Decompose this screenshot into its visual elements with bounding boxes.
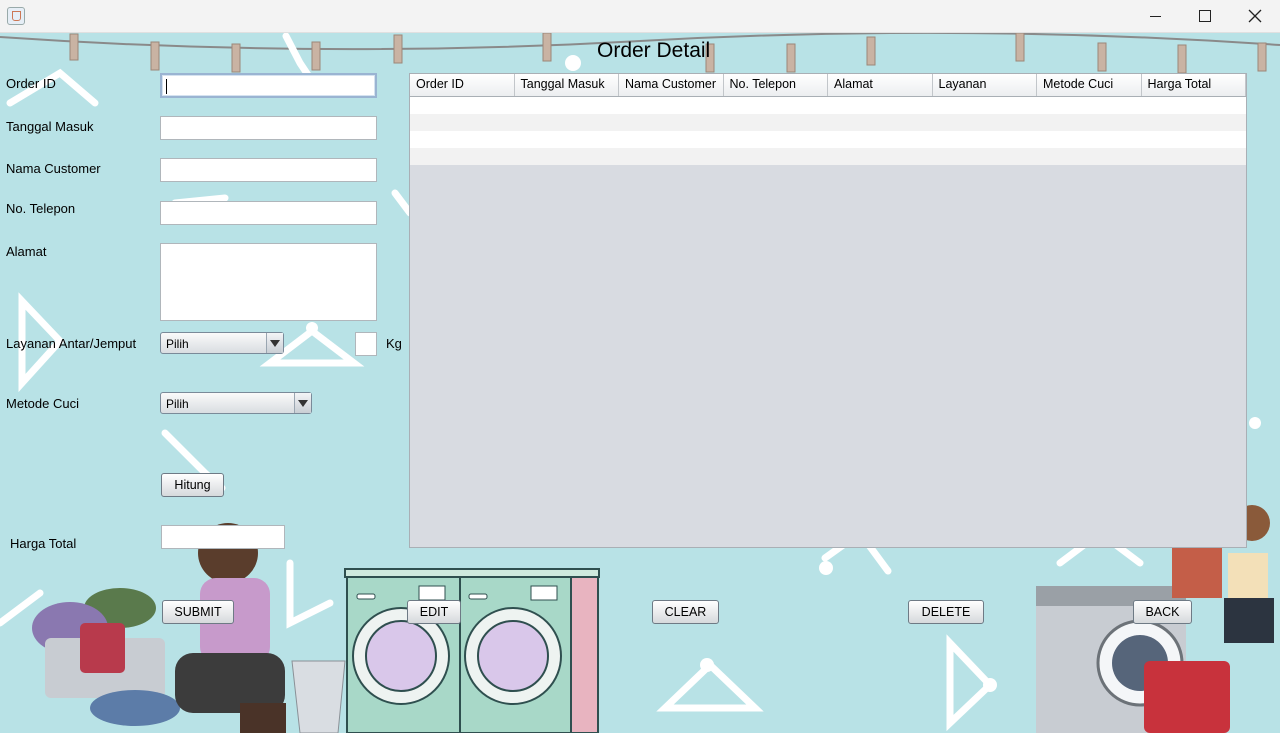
kg-label: Kg <box>386 336 402 351</box>
window-titlebar <box>0 0 1280 33</box>
back-button[interactable]: BACK <box>1133 600 1192 624</box>
hitung-button[interactable]: Hitung <box>161 473 224 497</box>
close-button[interactable] <box>1232 0 1278 32</box>
tanggal-masuk-label: Tanggal Masuk <box>6 119 94 134</box>
java-app-icon <box>7 7 25 25</box>
column-header-nama-customer[interactable]: Nama Customer <box>619 74 724 96</box>
clear-button[interactable]: CLEAR <box>652 600 719 624</box>
table-row[interactable] <box>410 131 1246 148</box>
column-header-harga-total[interactable]: Harga Total <box>1142 74 1246 96</box>
chevron-down-icon <box>266 333 283 353</box>
tanggal-masuk-field[interactable] <box>160 116 377 140</box>
harga-total-field[interactable] <box>161 525 285 549</box>
order-id-label: Order ID <box>6 76 56 91</box>
order-table[interactable]: Order ID Tanggal Masuk Nama Customer No.… <box>409 73 1247 548</box>
metode-cuci-label: Metode Cuci <box>6 396 79 411</box>
chevron-down-icon <box>294 393 311 413</box>
edit-button[interactable]: EDIT <box>407 600 461 624</box>
column-header-metode-cuci[interactable]: Metode Cuci <box>1037 74 1142 96</box>
submit-button[interactable]: SUBMIT <box>162 600 234 624</box>
layanan-selected: Pilih <box>166 337 189 351</box>
column-header-tanggal-masuk[interactable]: Tanggal Masuk <box>515 74 619 96</box>
no-telepon-field[interactable] <box>160 201 377 225</box>
order-id-field[interactable] <box>160 73 377 98</box>
harga-total-label: Harga Total <box>10 536 77 551</box>
no-telepon-label: No. Telepon <box>6 201 76 216</box>
table-header: Order ID Tanggal Masuk Nama Customer No.… <box>410 74 1246 97</box>
alamat-label: Alamat <box>6 244 47 259</box>
column-header-layanan[interactable]: Layanan <box>933 74 1037 96</box>
minimize-button[interactable] <box>1132 0 1178 32</box>
metode-cuci-selected: Pilih <box>166 397 189 411</box>
page-title: Order Detail <box>597 39 711 62</box>
text-caret <box>166 79 167 94</box>
table-row[interactable] <box>410 148 1246 165</box>
layanan-combo[interactable]: Pilih <box>160 332 284 354</box>
alamat-textarea[interactable] <box>160 243 377 321</box>
delete-button[interactable]: DELETE <box>908 600 984 624</box>
table-row[interactable] <box>410 114 1246 131</box>
nama-customer-field[interactable] <box>160 158 377 182</box>
column-header-order-id[interactable]: Order ID <box>410 74 515 96</box>
kg-field[interactable] <box>355 332 377 356</box>
content-area: Order Detail Order ID Tanggal Masuk Nama… <box>0 33 1280 733</box>
maximize-button[interactable] <box>1182 0 1228 32</box>
column-header-no-telepon[interactable]: No. Telepon <box>724 74 828 96</box>
close-icon <box>1248 9 1262 23</box>
metode-cuci-combo[interactable]: Pilih <box>160 392 312 414</box>
nama-customer-label: Nama Customer <box>6 161 101 176</box>
layanan-label: Layanan Antar/Jemput <box>6 336 137 351</box>
table-row[interactable] <box>410 97 1246 114</box>
column-header-alamat[interactable]: Alamat <box>828 74 933 96</box>
